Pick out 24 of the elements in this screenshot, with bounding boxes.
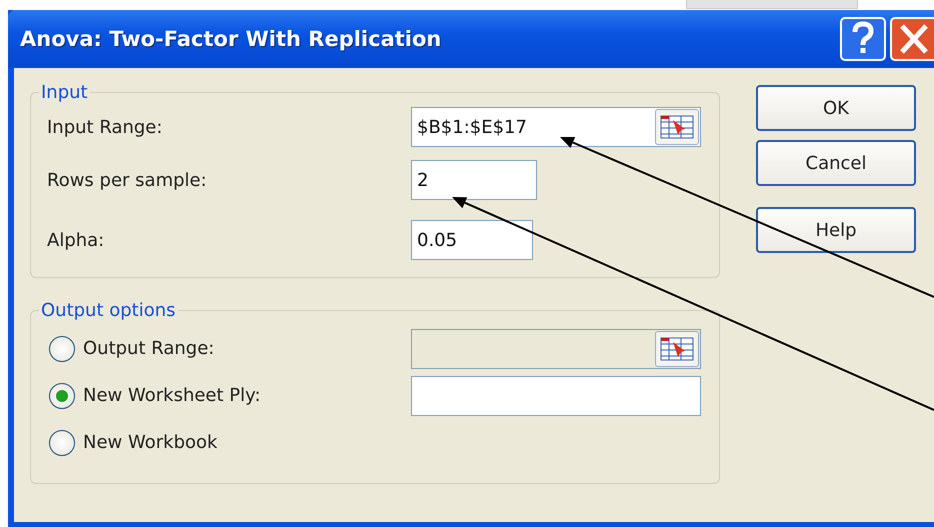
option-label: New Worksheet Ply: (83, 385, 261, 406)
field-label: Alpha: (47, 230, 104, 250)
field-label: Rows per sample: (47, 170, 207, 190)
close-icon[interactable] (890, 17, 934, 61)
input-field[interactable]: 0.05 (411, 220, 533, 260)
radio-button[interactable] (49, 382, 75, 408)
help-icon[interactable] (840, 17, 886, 61)
input-field[interactable]: 2 (411, 160, 537, 200)
group-legend: Input (39, 82, 90, 103)
table-icon (660, 336, 694, 360)
radio-button[interactable] (49, 430, 75, 456)
window-title: Anova: Two-Factor With Replication (19, 27, 442, 51)
range-field[interactable]: $B$1:$E$17 (411, 107, 701, 147)
range-picker-button[interactable] (655, 109, 699, 145)
dialog-button[interactable]: OK (756, 85, 916, 131)
option-label: Output Range: (83, 338, 214, 359)
dialog-button[interactable]: Help (756, 207, 916, 253)
radio-button[interactable] (49, 336, 75, 362)
table-icon (660, 115, 694, 139)
dialog-button[interactable]: Cancel (756, 140, 916, 186)
option-label: New Workbook (83, 432, 218, 453)
field-label: Input Range: (47, 116, 162, 138)
text-field[interactable] (411, 376, 701, 416)
group-legend: Output options (39, 300, 178, 321)
